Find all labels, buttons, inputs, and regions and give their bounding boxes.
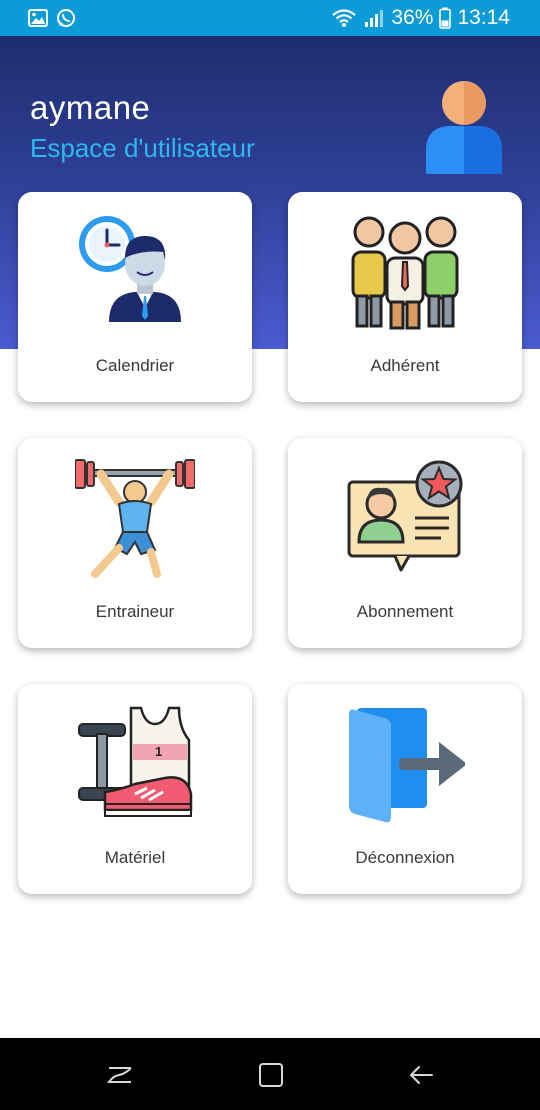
battery-percent: 36% — [391, 6, 434, 29]
wifi-icon — [332, 9, 357, 27]
system-nav-bar — [0, 1038, 540, 1110]
menu-label-deconnexion: Déconnexion — [355, 848, 455, 867]
image-icon — [28, 9, 48, 27]
menu-card-adherent[interactable]: Adhérent — [288, 192, 522, 402]
menu-card-calendrier[interactable]: Calendrier — [18, 192, 252, 402]
recents-icon[interactable] — [105, 1060, 135, 1090]
menu-label-abonnement: Abonnement — [356, 602, 454, 621]
menu-label-adherent: Adhérent — [370, 356, 440, 375]
subscription-card-icon — [347, 460, 463, 572]
status-bar: 36% 13:14 — [0, 0, 540, 36]
weightlifter-icon — [75, 459, 195, 578]
calendar-person-icon — [79, 216, 181, 322]
page-subtitle: Espace d'utilisateur — [30, 133, 255, 163]
menu-card-entraineur[interactable]: Entraineur — [18, 438, 252, 648]
menu-label-calendrier: Calendrier — [95, 356, 175, 375]
logout-door-icon — [349, 708, 465, 823]
menu-card-abonnement[interactable]: Abonnement — [288, 438, 522, 648]
whatsapp-icon — [57, 9, 75, 27]
home-icon[interactable] — [256, 1060, 286, 1090]
members-group-icon — [351, 216, 459, 330]
gym-equipment-icon: 1 — [78, 706, 193, 817]
menu-label-entraineur: Entraineur — [95, 602, 175, 621]
signal-icon — [365, 10, 384, 27]
menu-card-materiel[interactable]: 1 Matériel — [18, 684, 252, 894]
battery-icon — [439, 7, 452, 29]
user-avatar-icon[interactable] — [424, 80, 504, 176]
menu-label-materiel: Matériel — [104, 848, 166, 867]
svg-text:1: 1 — [155, 744, 162, 759]
username: aymane — [30, 89, 151, 126]
menu-card-deconnexion[interactable]: Déconnexion — [288, 684, 522, 894]
back-icon[interactable] — [406, 1060, 436, 1090]
clock: 13:14 — [457, 6, 510, 29]
